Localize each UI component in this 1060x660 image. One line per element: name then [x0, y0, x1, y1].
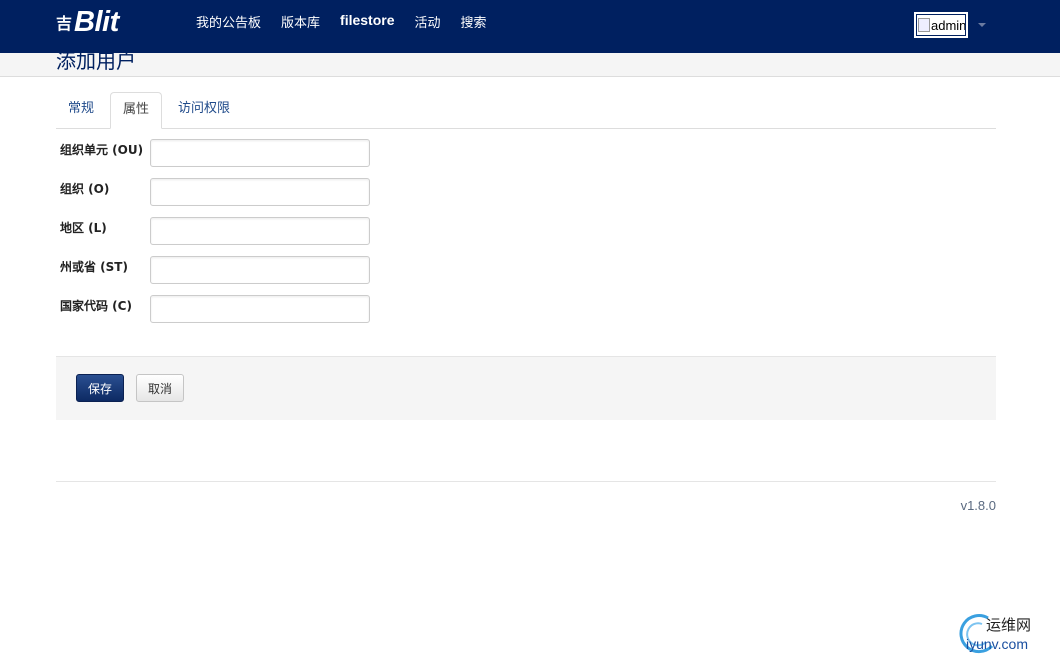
state-input[interactable] — [150, 256, 370, 284]
caret-down-icon[interactable] — [978, 23, 986, 27]
tab-bar: 常规 属性 访问权限 — [56, 92, 996, 129]
nav-search[interactable]: 搜索 — [461, 12, 487, 31]
field-label-o: 组织 (O) — [60, 182, 110, 196]
tab-attributes[interactable]: 属性 — [110, 92, 163, 129]
avatar[interactable]: admin — [914, 12, 968, 38]
country-code-input[interactable] — [150, 295, 370, 323]
watermark-line1: 运维网 — [986, 616, 1032, 634]
logo-text: Blit — [74, 5, 119, 38]
field-label-l: 地区 (L) — [60, 221, 107, 235]
top-navbar: 吉 Blit 我的公告板 版本库 filestore 活动 搜索 admin — [0, 0, 1060, 53]
main-nav: 我的公告板 版本库 filestore 活动 搜索 — [196, 12, 507, 31]
watermark: 运维网 iyunv.com — [958, 612, 1058, 656]
tab-permissions[interactable]: 访问权限 — [166, 92, 242, 127]
brand-logo[interactable]: 吉 Blit — [56, 6, 119, 38]
form-actions: 保存 取消 — [56, 356, 996, 420]
nav-activity[interactable]: 活动 — [415, 12, 441, 31]
user-menu[interactable]: admin — [914, 12, 986, 38]
footer-divider — [56, 481, 996, 482]
organization-input[interactable] — [150, 178, 370, 206]
avatar-alt-text: admin — [931, 17, 967, 33]
nav-filestore[interactable]: filestore — [340, 12, 394, 31]
page-title: 添加用户 — [56, 53, 136, 73]
tab-general[interactable]: 常规 — [56, 92, 106, 127]
field-label-st: 州或省 (ST) — [60, 260, 128, 274]
logo-mark-icon: 吉 — [56, 14, 73, 33]
version-label: v1.8.0 — [960, 498, 996, 513]
page-header: 添加用户 — [0, 53, 1060, 77]
locality-input[interactable] — [150, 217, 370, 245]
nav-my-dashboard[interactable]: 我的公告板 — [196, 12, 261, 31]
save-button[interactable]: 保存 — [76, 374, 124, 402]
field-label-c: 国家代码 (C) — [60, 299, 132, 313]
watermark-line2: iyunv.com — [966, 636, 1028, 652]
field-label-ou: 组织单元 (OU) — [60, 143, 144, 157]
broken-image-icon — [918, 18, 930, 32]
nav-repositories[interactable]: 版本库 — [281, 12, 320, 31]
ou-input[interactable] — [150, 139, 370, 167]
cancel-button[interactable]: 取消 — [136, 374, 184, 402]
